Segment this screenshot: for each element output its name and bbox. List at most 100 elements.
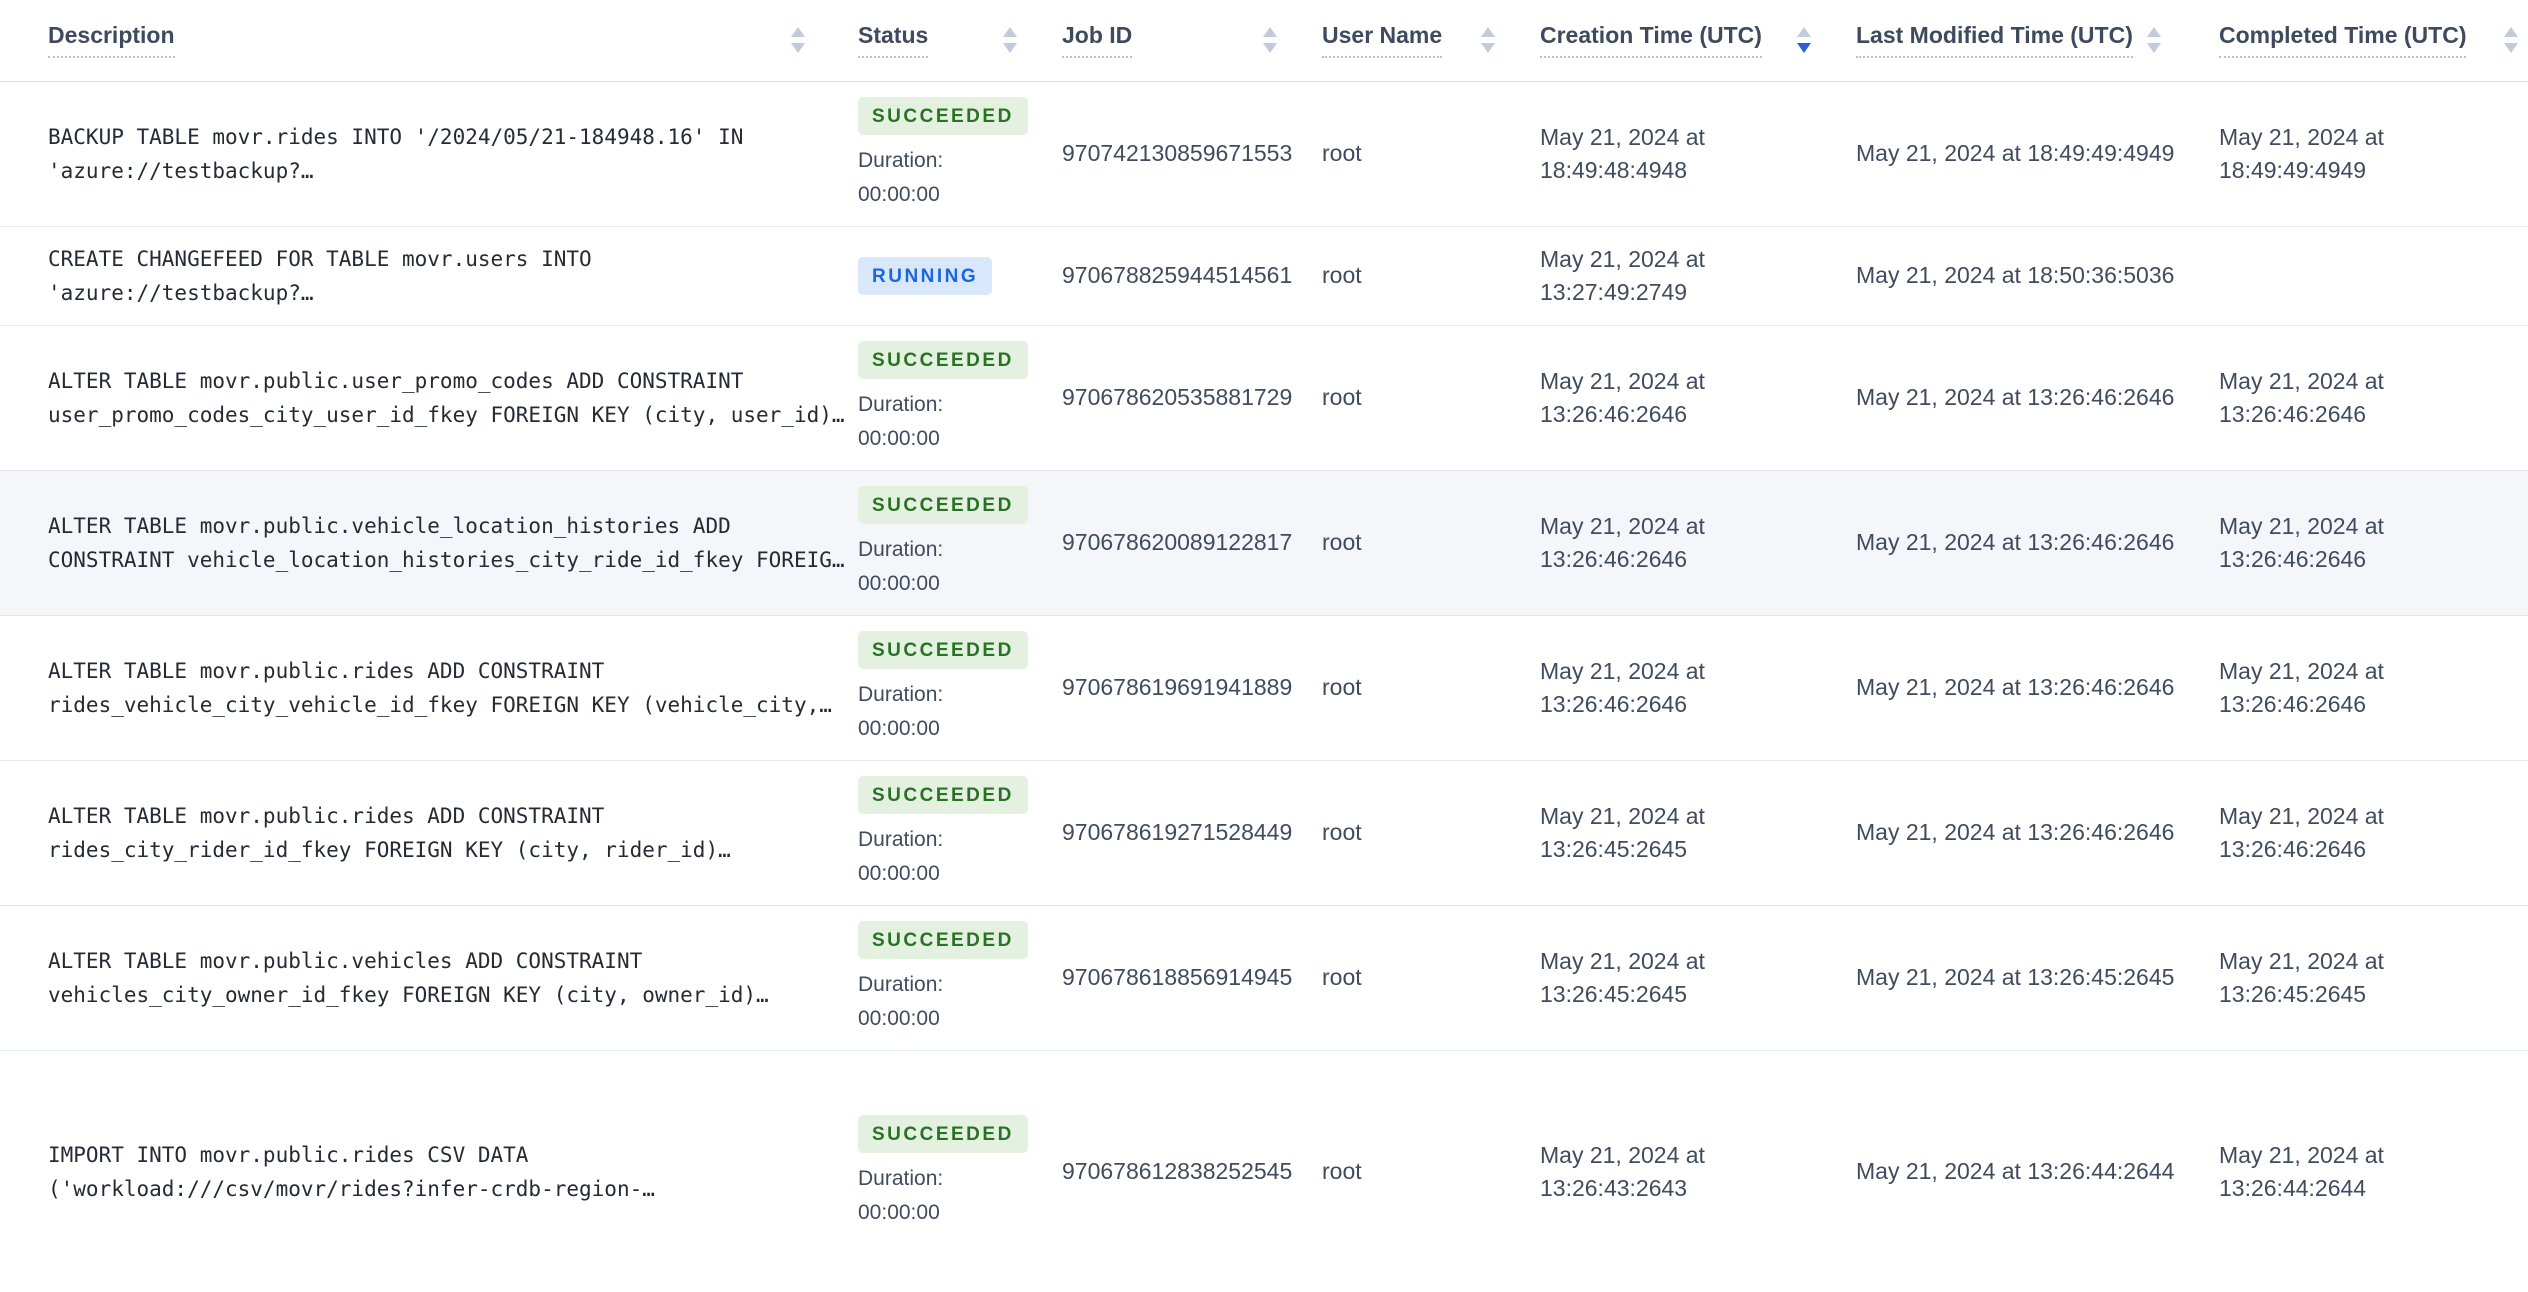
last-modified-time-cell: May 21, 2024 at 18:49:49:4949 xyxy=(1856,140,2175,166)
sort-desc-icon xyxy=(1797,43,1811,54)
status-badge: RUNNING xyxy=(858,256,993,295)
sort-asc-icon xyxy=(2504,27,2518,38)
job-id-cell: 970678618856914945 xyxy=(1062,904,1322,1050)
sort-arrows-icon[interactable] xyxy=(1481,27,1495,54)
duration: Duration: 00:00:00 xyxy=(858,679,1062,745)
sort-arrows-icon[interactable] xyxy=(2147,27,2161,54)
duration-value: 00:00:00 xyxy=(858,182,940,206)
table-row[interactable]: ALTER TABLE movr.public.vehicles ADD CON… xyxy=(0,904,2528,1050)
job-description-cell[interactable]: ALTER TABLE movr.public.vehicle_location… xyxy=(0,469,850,615)
duration-value: 00:00:00 xyxy=(858,861,940,885)
column-header-created[interactable]: Creation Time (UTC) xyxy=(1540,0,1856,82)
job-id-cell: 970678612838252545 xyxy=(1062,1049,1322,1289)
column-header-label: Description xyxy=(48,22,175,59)
sort-asc-icon xyxy=(1003,27,1017,38)
job-status-cell: SUCCEEDED Duration: 00:00:00 xyxy=(850,1049,1062,1289)
column-header-description[interactable]: Description xyxy=(0,0,850,82)
creation-time-cell: May 21, 2024 at 18:49:48:4948 xyxy=(1540,123,1705,183)
creation-time-cell: May 21, 2024 at 13:26:45:2645 xyxy=(1540,904,1856,1050)
duration: Duration: 00:00:00 xyxy=(858,969,1062,1035)
column-header-job_id[interactable]: Job ID xyxy=(1062,0,1322,82)
column-header-label: Job ID xyxy=(1062,22,1133,59)
table-row[interactable]: CREATE CHANGEFEED FOR TABLE movr.users I… xyxy=(0,225,2528,325)
job-status-cell: SUCCEEDED Duration: 00:00:00 xyxy=(850,324,1062,470)
completed-time-cell: May 21, 2024 at 18:49:49:4949 xyxy=(2219,123,2384,183)
duration-value: 00:00:00 xyxy=(858,571,940,595)
job-status-cell: SUCCEEDED Duration: 00:00:00 xyxy=(850,614,1062,760)
duration: Duration: 00:00:00 xyxy=(858,534,1062,600)
job-description-cell[interactable]: IMPORT INTO movr.public.rides CSV DATA (… xyxy=(0,1049,850,1289)
user-name-cell: root xyxy=(1322,614,1540,760)
completed-time-cell: May 21, 2024 at 13:26:46:2646 xyxy=(2206,469,2528,615)
sort-desc-icon xyxy=(791,43,805,54)
sort-arrows-icon[interactable] xyxy=(1003,27,1017,54)
duration: Duration: 00:00:00 xyxy=(858,1163,1062,1229)
last-modified-time-cell: May 21, 2024 at 13:26:46:2646 xyxy=(1856,469,2206,615)
duration-label: Duration: xyxy=(858,392,944,416)
table-row[interactable]: ALTER TABLE movr.public.vehicle_location… xyxy=(0,469,2528,615)
column-header-user[interactable]: User Name xyxy=(1322,0,1540,82)
column-header-completed[interactable]: Completed Time (UTC) xyxy=(2206,0,2528,82)
completed-time-cell: May 21, 2024 at 13:26:46:2646 xyxy=(2206,614,2528,760)
creation-time-cell: May 21, 2024 at 13:26:46:2646 xyxy=(1540,469,1856,615)
duration-value: 00:00:00 xyxy=(858,716,940,740)
creation-time-cell: May 21, 2024 at 13:26:45:2645 xyxy=(1540,759,1856,905)
duration: Duration: 00:00:00 xyxy=(858,824,1062,890)
table-row[interactable]: ALTER TABLE movr.public.user_promo_codes… xyxy=(0,324,2528,470)
last-modified-time-cell: May 21, 2024 at 13:26:46:2646 xyxy=(1856,614,2206,760)
duration-label: Duration: xyxy=(858,827,944,851)
job-description-cell[interactable]: ALTER TABLE movr.public.vehicles ADD CON… xyxy=(0,904,850,1050)
last-modified-time-cell: May 21, 2024 at 13:26:46:2646 xyxy=(1856,324,2206,470)
job-description-cell[interactable]: BACKUP TABLE movr.rides INTO '/2024/05/2… xyxy=(0,81,850,226)
user-name-cell: root xyxy=(1322,1049,1540,1289)
user-name-cell: root xyxy=(1322,904,1540,1050)
job-description-cell[interactable]: ALTER TABLE movr.public.rides ADD CONSTR… xyxy=(0,614,850,760)
job-id-cell: 970678825944514561 xyxy=(1062,225,1322,325)
job-description-cell[interactable]: ALTER TABLE movr.public.rides ADD CONSTR… xyxy=(0,759,850,905)
status-badge: SUCCEEDED xyxy=(858,920,1028,959)
duration-label: Duration: xyxy=(858,148,944,172)
completed-time-cell: May 21, 2024 at 13:26:45:2645 xyxy=(2206,904,2528,1050)
completed-time-cell xyxy=(2206,225,2528,325)
user-name-cell: root xyxy=(1322,225,1540,325)
duration-label: Duration: xyxy=(858,537,944,561)
job-status-cell: SUCCEEDED Duration: 00:00:00 xyxy=(850,904,1062,1050)
sort-arrows-icon[interactable] xyxy=(1797,27,1811,54)
last-modified-time-cell: May 21, 2024 at 13:26:45:2645 xyxy=(1856,904,2206,1050)
creation-time-cell: May 21, 2024 at 13:27:49:2749 xyxy=(1540,225,1856,325)
table-row[interactable]: BACKUP TABLE movr.rides INTO '/2024/05/2… xyxy=(0,81,2528,226)
creation-time-cell: May 21, 2024 at 13:26:43:2643 xyxy=(1540,1049,1856,1289)
job-description-cell[interactable]: CREATE CHANGEFEED FOR TABLE movr.users I… xyxy=(0,225,850,325)
status-badge: SUCCEEDED xyxy=(858,775,1028,814)
completed-time-cell: May 21, 2024 at 13:26:46:2646 xyxy=(2206,324,2528,470)
status-badge: SUCCEEDED xyxy=(858,485,1028,524)
job-status-cell: SUCCEEDED Duration: 00:00:00 xyxy=(850,469,1062,615)
completed-time-cell: May 21, 2024 at 13:26:46:2646 xyxy=(2206,759,2528,905)
column-header-modified[interactable]: Last Modified Time (UTC) xyxy=(1856,0,2206,82)
job-id-cell: 970742130859671553 xyxy=(1062,140,1293,166)
last-modified-time-cell: May 21, 2024 at 13:26:44:2644 xyxy=(1856,1049,2206,1289)
status-badge: SUCCEEDED xyxy=(858,340,1028,379)
sort-desc-icon xyxy=(1481,43,1495,54)
sort-desc-icon xyxy=(2147,43,2161,54)
sort-arrows-icon[interactable] xyxy=(2504,27,2518,54)
sort-arrows-icon[interactable] xyxy=(1263,27,1277,54)
column-header-label: Completed Time (UTC) xyxy=(2219,22,2467,59)
sort-arrows-icon[interactable] xyxy=(791,27,805,54)
user-name-cell: root xyxy=(1322,759,1540,905)
table-row[interactable]: ALTER TABLE movr.public.rides ADD CONSTR… xyxy=(0,614,2528,760)
job-description-cell[interactable]: ALTER TABLE movr.public.user_promo_codes… xyxy=(0,324,850,470)
column-header-label: Status xyxy=(858,22,929,59)
column-header-label: User Name xyxy=(1322,22,1443,59)
job-status-cell: SUCCEEDED Duration: 00:00:00 xyxy=(850,81,1062,226)
sort-asc-icon xyxy=(2147,27,2161,38)
column-header-status[interactable]: Status xyxy=(850,0,1062,82)
table-row[interactable]: IMPORT INTO movr.public.rides CSV DATA (… xyxy=(0,1049,2528,1289)
job-id-cell: 970678619691941889 xyxy=(1062,614,1322,760)
sort-asc-icon xyxy=(1263,27,1277,38)
table-row[interactable]: ALTER TABLE movr.public.rides ADD CONSTR… xyxy=(0,759,2528,905)
sort-desc-icon xyxy=(1263,43,1277,54)
duration-label: Duration: xyxy=(858,682,944,706)
creation-time-cell: May 21, 2024 at 13:26:46:2646 xyxy=(1540,324,1856,470)
duration-label: Duration: xyxy=(858,972,944,996)
